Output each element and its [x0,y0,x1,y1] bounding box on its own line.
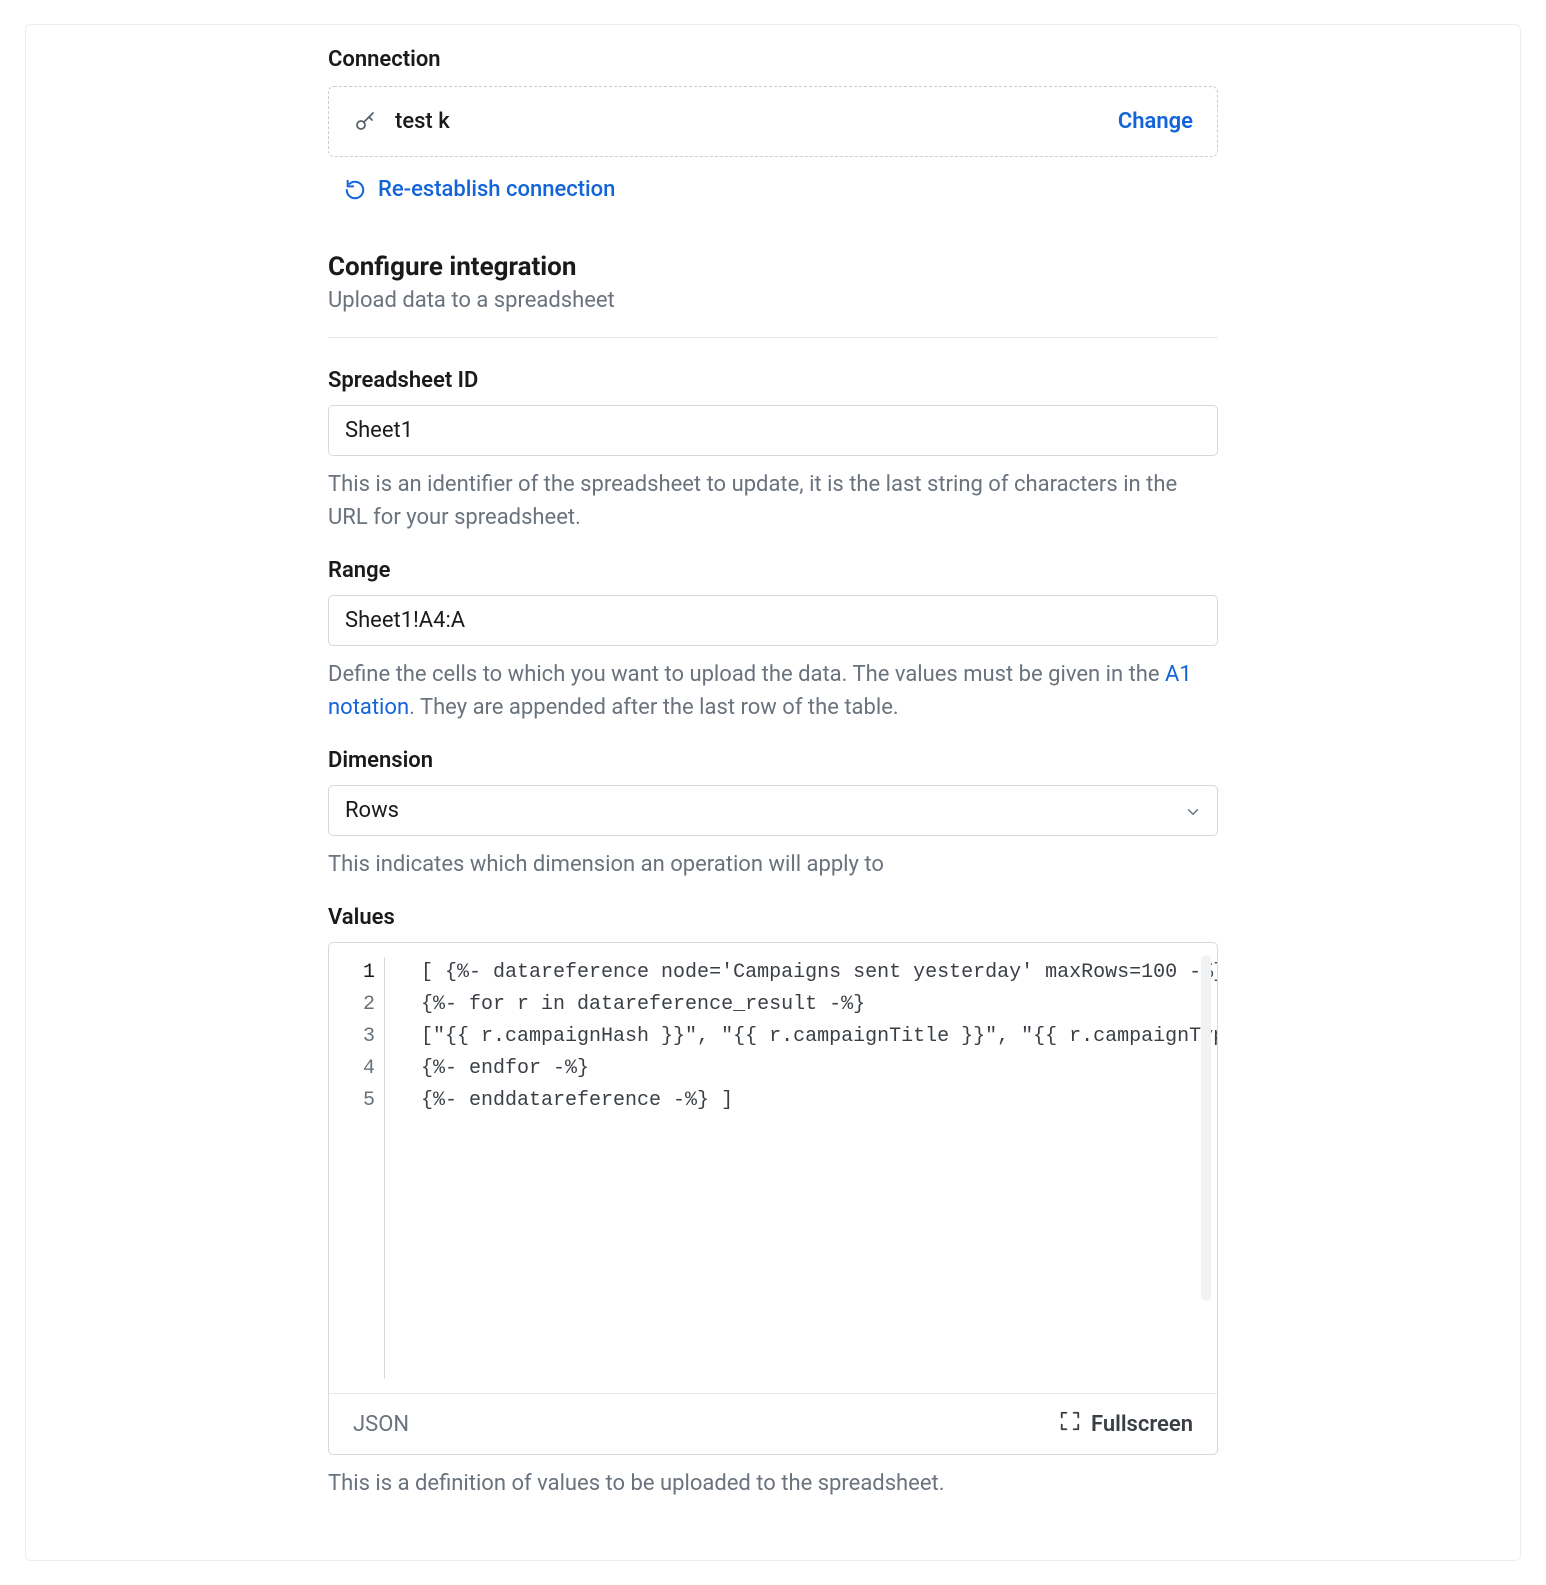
configure-subtitle: Upload data to a spreadsheet [328,288,1218,313]
spreadsheet-id-label: Spreadsheet ID [328,368,1218,393]
reestablish-connection-button[interactable]: Re-establish connection [328,177,1218,202]
values-code-editor[interactable]: 1 2 3 4 5 [ {%- datareference node='Camp… [329,943,1217,1393]
spreadsheet-id-help: This is an identifier of the spreadsheet… [328,468,1218,534]
configure-title: Configure integration [328,252,1218,282]
divider [328,337,1218,338]
values-code-box: 1 2 3 4 5 [ {%- datareference node='Camp… [328,942,1218,1455]
line-number: 1 [363,957,375,989]
range-label: Range [328,558,1218,583]
reestablish-connection-label: Re-establish connection [378,177,615,202]
line-number: 4 [363,1053,375,1085]
range-help: Define the cells to which you want to up… [328,658,1218,724]
dimension-help: This indicates which dimension an operat… [328,848,1218,881]
change-connection-link[interactable]: Change [1118,109,1193,134]
spreadsheet-id-input[interactable] [328,405,1218,456]
connection-label: Connection [328,47,1218,72]
refresh-icon [344,179,366,201]
range-help-before: Define the cells to which you want to up… [328,662,1165,687]
fullscreen-button[interactable]: Fullscreen [1059,1410,1193,1438]
dimension-label: Dimension [328,748,1218,773]
fullscreen-icon [1059,1410,1081,1438]
range-input[interactable] [328,595,1218,646]
code-language-label: JSON [353,1412,409,1437]
line-number: 2 [363,989,375,1021]
connection-box: test k Change [328,86,1218,157]
values-label: Values [328,905,1218,930]
values-help: This is a definition of values to be upl… [328,1467,1218,1500]
code-content[interactable]: [ {%- datareference node='Campaigns sent… [385,943,1217,1393]
fullscreen-label: Fullscreen [1091,1412,1193,1437]
key-icon [353,110,377,134]
dimension-select[interactable]: Rows [328,785,1218,836]
scrollbar[interactable] [1201,955,1211,1301]
connection-name: test k [395,109,1100,134]
line-number: 3 [363,1021,375,1053]
range-help-after: . They are appended after the last row o… [409,695,899,720]
line-number: 5 [363,1085,375,1117]
code-gutter: 1 2 3 4 5 [329,943,385,1393]
